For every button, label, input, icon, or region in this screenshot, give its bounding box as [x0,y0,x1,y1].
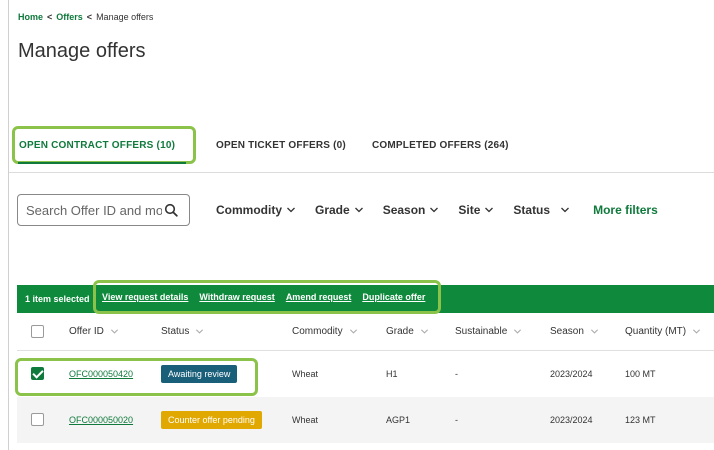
table-header: Offer ID Status Commodity Grade Sustaina… [17,313,714,351]
row-checkbox[interactable] [31,366,44,380]
column-header-commodity[interactable]: Commodity [292,326,386,337]
sort-chevron-icon [514,329,522,334]
sort-chevron-icon [590,329,598,334]
grade-cell: H1 [386,369,398,379]
column-header-season[interactable]: Season [550,326,625,337]
filter-site[interactable]: Site [458,203,494,217]
chevron-down-icon [561,207,570,213]
status-badge: Counter offer pending [161,411,262,429]
selected-count: 1 item selected [25,294,90,304]
quantity-cell: 123 MT [625,415,656,425]
column-label: Sustainable [455,326,508,337]
chevron-down-icon [485,207,494,213]
breadcrumb-separator: < [47,12,53,22]
filter-label: Grade [315,203,350,217]
column-header-quantity[interactable]: Quantity (MT) [625,326,714,337]
chevron-down-icon [354,207,363,213]
commodity-cell: Wheat [292,369,319,379]
more-filters-link[interactable]: More filters [593,203,658,217]
status-cell: Awaiting review [161,365,292,383]
sort-chevron-icon [693,329,701,334]
select-all-cell [17,325,69,338]
view-request-details-link[interactable]: View request details [102,292,188,302]
breadcrumb-offers[interactable]: Offers [56,12,83,22]
offer-id-link[interactable]: OFC000050020 [69,415,133,425]
filter-season[interactable]: Season [383,203,440,217]
bulk-action-bar: 1 item selected View request details Wit… [17,280,714,314]
filter-grade[interactable]: Grade [315,203,364,217]
tab-open-ticket-offers[interactable]: OPEN TICKET OFFERS (0) [210,126,352,164]
breadcrumb: Home < Offers < Manage offers [18,12,153,22]
column-label: Season [550,326,584,337]
tabs-divider [9,172,714,173]
commodity-cell: Wheat [292,415,319,425]
amend-request-link[interactable]: Amend request [286,292,352,302]
filter-status[interactable]: Status [513,203,570,217]
season-cell: 2023/2024 [550,369,593,379]
tab-completed-offers[interactable]: COMPLETED OFFERS (264) [366,126,515,164]
table-row[interactable]: OFC000050020 Counter offer pending Wheat… [17,397,714,443]
chevron-down-icon [430,207,439,213]
sustainable-cell: - [455,415,458,425]
status-cell: Counter offer pending [161,411,292,429]
breadcrumb-current: Manage offers [96,12,154,22]
filter-label: Status [513,203,551,217]
column-label: Status [161,326,190,337]
sort-chevron-icon [349,329,357,334]
quantity-cell: 100 MT [625,369,656,379]
page-title: Manage offers [18,40,146,62]
row-select-cell [17,366,69,382]
withdraw-request-link[interactable]: Withdraw request [199,292,274,302]
chevron-down-icon [287,207,295,213]
column-header-offer-id[interactable]: Offer ID [69,326,161,337]
column-label: Commodity [292,326,343,337]
season-cell: 2023/2024 [550,415,593,425]
column-label: Quantity (MT) [625,326,687,337]
column-header-grade[interactable]: Grade [386,326,455,337]
active-tab-indicator [18,162,186,164]
bulk-actions: View request details Withdraw request Am… [93,280,441,314]
sort-chevron-icon [420,329,428,334]
offer-tabs: OPEN CONTRACT OFFERS (10) OPEN TICKET OF… [12,126,515,164]
status-badge: Awaiting review [161,365,238,383]
search-box [17,194,190,226]
sort-chevron-icon [110,329,118,334]
search-input[interactable] [26,202,162,218]
filter-bar: Commodity Grade Season Site Status More … [216,200,658,220]
filter-label: Site [458,203,481,217]
column-label: Grade [386,326,414,337]
row-checkbox[interactable] [31,412,44,426]
tab-open-contract-offers[interactable]: OPEN CONTRACT OFFERS (10) [12,126,196,164]
offer-id-cell: OFC000050020 [69,415,161,425]
select-all-checkbox[interactable] [31,325,44,338]
search-icon[interactable] [164,203,178,217]
breadcrumb-home[interactable]: Home [18,12,43,22]
grade-cell: AGP1 [386,415,411,425]
breadcrumb-separator: < [86,12,93,22]
duplicate-offer-link[interactable]: Duplicate offer [362,292,425,302]
filter-label: Season [382,203,426,217]
filter-commodity[interactable]: Commodity [216,203,296,217]
column-header-status[interactable]: Status [161,326,292,337]
row-select-cell [17,412,69,428]
offer-id-link[interactable]: OFC000050420 [69,369,133,379]
filter-label: Commodity [216,203,282,217]
sustainable-cell: - [455,369,458,379]
column-label: Offer ID [69,326,104,337]
sort-chevron-icon [196,329,204,334]
offer-id-cell: OFC000050420 [69,369,161,379]
table-row[interactable]: OFC000050420 Awaiting review Wheat H1 - … [17,351,714,397]
offers-table: Offer ID Status Commodity Grade Sustaina… [17,313,714,443]
column-header-sustainable[interactable]: Sustainable [455,326,550,337]
